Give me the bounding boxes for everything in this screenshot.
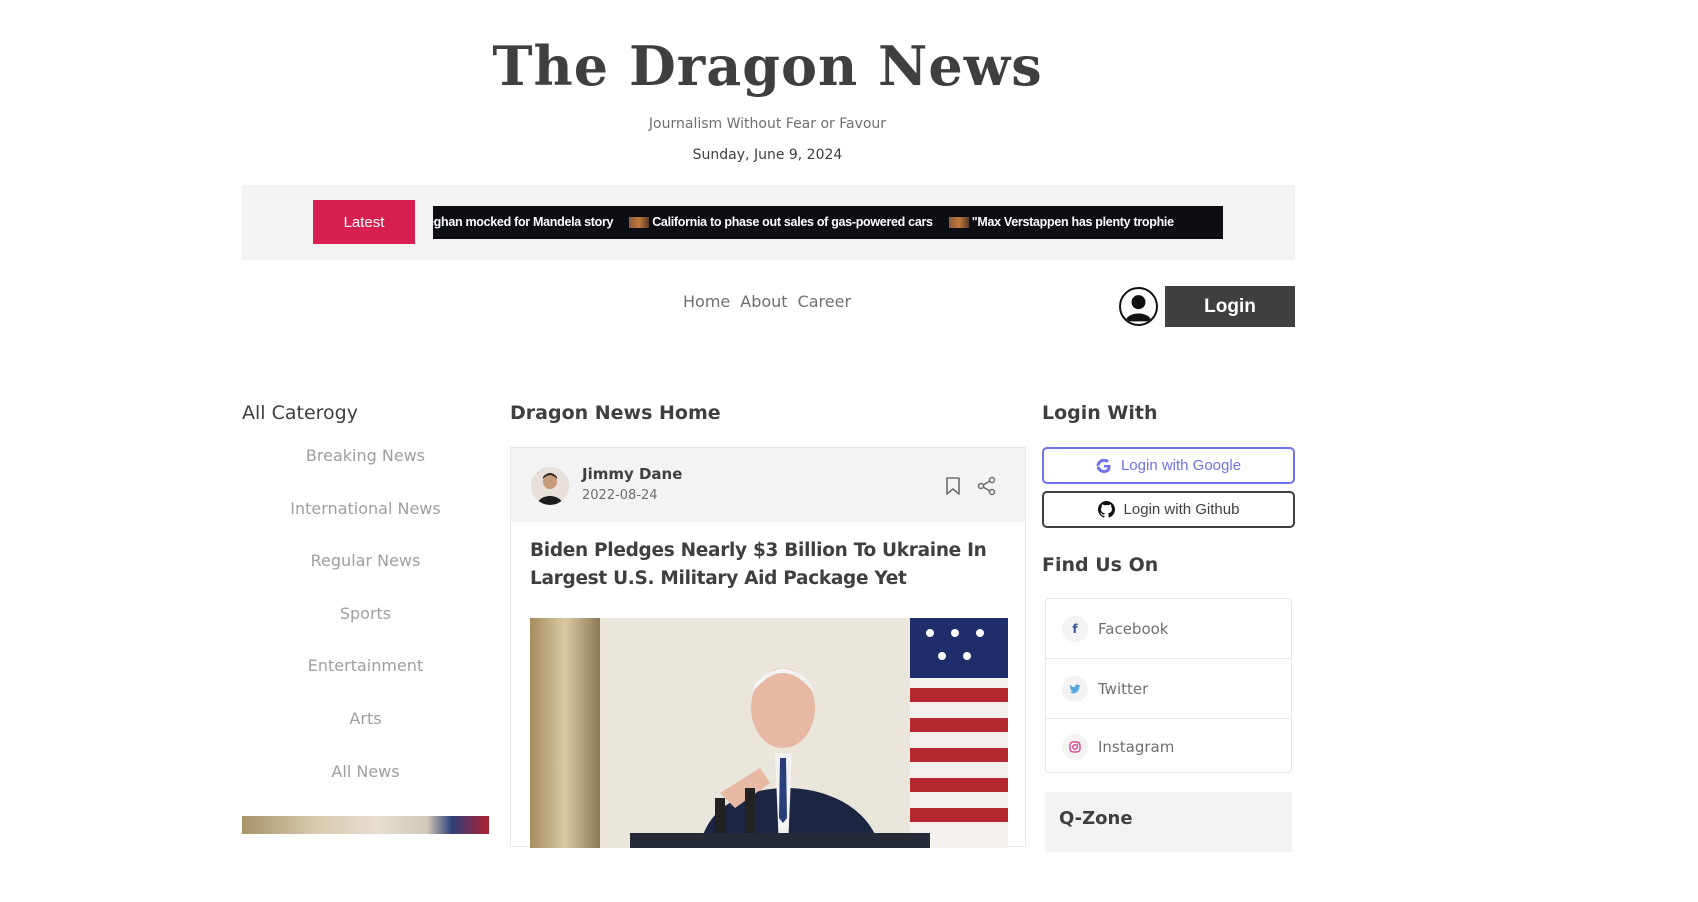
bookmark-icon[interactable]: [944, 476, 962, 496]
current-date: Sunday, June 9, 2024: [692, 147, 843, 163]
latest-button[interactable]: Latest: [313, 200, 415, 244]
twitter-icon: [1062, 675, 1088, 702]
find-us-title: Find Us On: [1042, 554, 1159, 576]
category-item-arts[interactable]: Arts: [242, 709, 489, 762]
category-list: Breaking News International News Regular…: [242, 446, 489, 814]
ticker-text: California to phase out sales of gas-pow…: [652, 215, 933, 229]
latest-news-bar: Latest eghan mocked for Mandela story Ca…: [242, 185, 1295, 260]
category-item-regular-news[interactable]: Regular News: [242, 551, 489, 604]
login-github-button[interactable]: Login with Github: [1042, 491, 1295, 528]
category-item-breaking-news[interactable]: Breaking News: [242, 446, 489, 499]
site-tagline: Journalism Without Fear or Favour: [648, 116, 887, 132]
github-label: Login with Github: [1123, 501, 1240, 518]
social-twitter-link[interactable]: Twitter: [1046, 659, 1291, 719]
login-google-button[interactable]: Login with Google: [1042, 447, 1295, 484]
ticker-item[interactable]: California to phase out sales of gas-pow…: [629, 206, 933, 239]
nav-about-link[interactable]: About: [740, 292, 787, 311]
facebook-icon: f: [1062, 615, 1088, 642]
social-facebook-link[interactable]: f Facebook: [1046, 599, 1291, 659]
ticker-thumbnail: [629, 217, 650, 228]
category-title: All Caterogy: [242, 402, 358, 424]
ticker-text: "Max Verstappen has plenty trophie: [971, 215, 1174, 229]
author-name[interactable]: Jimmy Dane: [582, 465, 682, 483]
category-item-international-news[interactable]: International News: [242, 499, 489, 552]
author-avatar: [531, 467, 569, 505]
social-label: Instagram: [1098, 737, 1175, 756]
category-item-entertainment[interactable]: Entertainment: [242, 656, 489, 709]
user-avatar-icon[interactable]: [1119, 287, 1158, 326]
nav-career-link[interactable]: Career: [798, 292, 851, 311]
article-title[interactable]: Biden Pledges Nearly $3 Billion To Ukrai…: [530, 537, 990, 593]
social-label: Twitter: [1098, 679, 1149, 698]
nav-home-link[interactable]: Home: [683, 292, 730, 311]
ticker-item[interactable]: eghan mocked for Mandela story: [433, 206, 613, 239]
category-item-sports[interactable]: Sports: [242, 604, 489, 657]
ticker-item[interactable]: "Max Verstappen has plenty trophie: [948, 206, 1174, 239]
login-button[interactable]: Login: [1165, 286, 1295, 327]
news-card: Jimmy Dane 2022-08-24 Biden Pledges Near…: [510, 447, 1026, 848]
card-header: Jimmy Dane 2022-08-24: [511, 448, 1025, 522]
google-label: Login with Google: [1120, 457, 1242, 474]
main-nav: Home About Career: [683, 292, 851, 311]
publish-date: 2022-08-24: [582, 488, 658, 503]
instagram-icon: [1062, 733, 1088, 760]
ticker-text: eghan mocked for Mandela story: [433, 215, 614, 229]
social-label: Facebook: [1098, 619, 1169, 638]
category-item-all-news[interactable]: All News: [242, 762, 489, 815]
main-title: Dragon News Home: [510, 402, 721, 424]
main-column: Dragon News Home: [510, 402, 1026, 424]
site-logo: The Dragon News: [492, 34, 1043, 98]
social-instagram-link[interactable]: Instagram: [1046, 719, 1291, 774]
github-icon: [1097, 501, 1115, 518]
google-icon: [1096, 458, 1111, 473]
category-sidebar: All Caterogy Breaking News International…: [242, 402, 489, 814]
sidebar-news-thumbnail[interactable]: [242, 816, 489, 834]
news-ticker[interactable]: eghan mocked for Mandela story Californi…: [433, 206, 1223, 239]
login-with-title: Login With: [1042, 402, 1158, 424]
article-image[interactable]: [530, 618, 1008, 848]
share-icon[interactable]: [977, 476, 997, 496]
q-zone-section: Q-Zone: [1045, 792, 1292, 852]
social-links: f Facebook Twitter Instagram: [1045, 598, 1292, 773]
q-zone-title: Q-Zone: [1059, 808, 1133, 829]
ticker-thumbnail: [948, 217, 969, 228]
